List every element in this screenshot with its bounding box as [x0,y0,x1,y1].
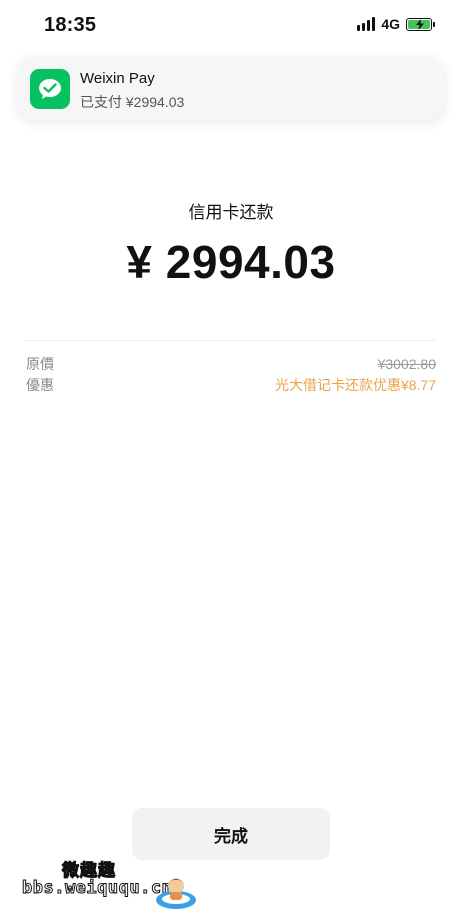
status-indicators: 4G [357,16,435,32]
signal-icon [357,17,376,31]
wechat-pay-icon [30,69,70,109]
status-time: 18:35 [44,14,97,36]
original-price-label: 原價 [26,356,54,372]
discount-value: 光大借记卡还款优惠¥8.77 [274,377,436,393]
notification-message: 已支付 ¥2994.03 [80,94,185,110]
watermark-url: bbs.weiququ.cn [21,878,173,899]
network-type: 4G [381,16,400,32]
done-button[interactable]: 完成 [132,808,330,860]
original-price-value: ¥3002.80 [377,356,436,372]
divider [26,340,436,341]
mascot-icon [156,878,196,909]
original-price-row: 原價 ¥3002.80 [26,354,436,374]
discount-row: 優惠 光大借记卡还款优惠¥8.77 [26,375,436,395]
status-bar: 18:35 4G [0,0,462,52]
notification-app-name: Weixin Pay [80,70,155,87]
discount-label: 優惠 [26,377,54,393]
payment-notification[interactable]: Weixin Pay 已支付 ¥2994.03 [18,58,444,120]
payment-title: 信用卡还款 [188,203,274,222]
payment-amount: ¥ 2994.03 [126,236,336,288]
battery-charging-icon [406,17,435,31]
watermark: 微趣趣 bbs.weiququ.cn [21,856,202,910]
